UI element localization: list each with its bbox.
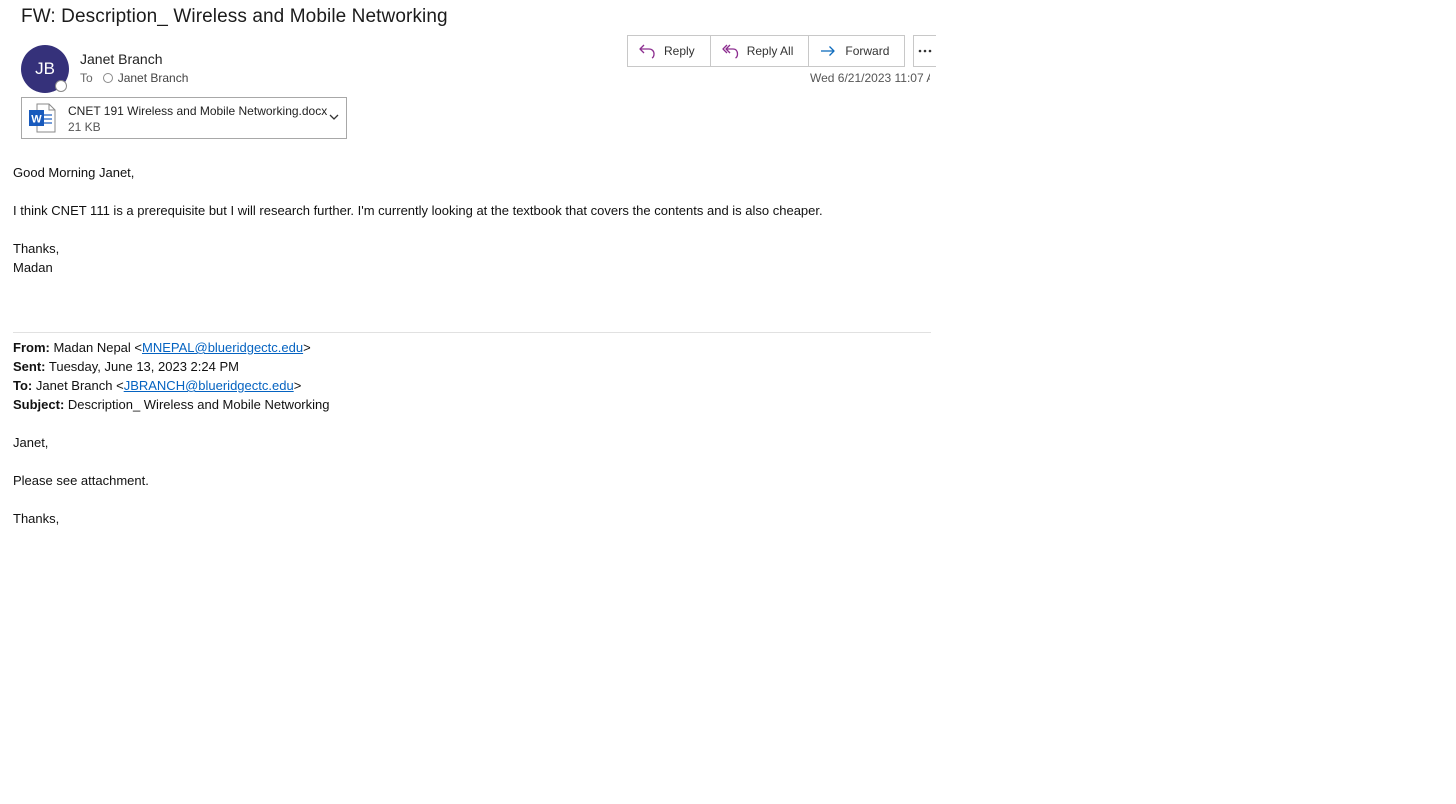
recipient-name[interactable]: Janet Branch (118, 71, 189, 85)
fwd-subject-line: Subject: Description_ Wireless and Mobil… (13, 395, 931, 414)
word-doc-icon: W (29, 103, 56, 133)
fwd-sent-label: Sent: (13, 359, 46, 374)
forward-icon (821, 46, 836, 56)
reply-all-icon (722, 44, 738, 59)
fwd-greeting: Janet, (13, 435, 49, 450)
email-subject: FW: Description_ Wireless and Mobile Net… (21, 6, 448, 27)
avatar-initials: JB (35, 59, 55, 78)
reply-icon (639, 44, 655, 59)
reply-button-group: Reply Reply All Forward (627, 35, 906, 67)
reply-all-button[interactable]: Reply All (711, 36, 810, 66)
body-closing: Thanks, (13, 241, 60, 256)
fwd-subject-value: Description_ Wireless and Mobile Network… (67, 397, 330, 412)
recipient-line: To Janet Branch (80, 71, 188, 85)
recipient-presence-icon (102, 73, 113, 83)
forward-label: Forward (845, 44, 890, 58)
message-body: Good Morning Janet, I think CNET 111 is … (13, 163, 931, 277)
email-reading-pane: FW: Description_ Wireless and Mobile Net… (0, 0, 1456, 804)
forwarded-message: From: Madan Nepal <MNEPAL@blueridgectc.e… (13, 338, 931, 528)
chevron-down-icon[interactable] (328, 112, 340, 122)
reply-button[interactable]: Reply (628, 36, 711, 66)
attachment-size: 21 KB (68, 120, 101, 134)
forward-divider (13, 332, 931, 333)
fwd-to-label: To: (13, 378, 33, 393)
presence-status-icon (55, 80, 67, 92)
fwd-to-line: To: Janet Branch <JBRANCH@blueridgectc.e… (13, 376, 931, 395)
received-timestamp: Wed 6/21/2023 11:07 A (810, 71, 930, 85)
fwd-sent-value: Tuesday, June 13, 2023 2:24 PM (48, 359, 239, 374)
fwd-from-name: Madan Nepal < (53, 340, 142, 355)
fwd-sent-line: Sent: Tuesday, June 13, 2023 2:24 PM (13, 357, 931, 376)
message-actions: Reply Reply All Forward (627, 35, 937, 67)
fwd-closing: Thanks, (13, 511, 60, 526)
fwd-from-line: From: Madan Nepal <MNEPAL@blueridgectc.e… (13, 338, 931, 357)
reply-label: Reply (664, 44, 695, 58)
fwd-to-email-link[interactable]: JBRANCH@blueridgectc.edu (124, 378, 294, 393)
more-actions-button[interactable] (913, 35, 937, 67)
fwd-from-label: From: (13, 340, 50, 355)
fwd-from-email-link[interactable]: MNEPAL@blueridgectc.edu (142, 340, 303, 355)
forward-button[interactable]: Forward (809, 36, 904, 66)
attachment-name: CNET 191 Wireless and Mobile Networking.… (68, 104, 328, 118)
to-label: To (80, 71, 93, 85)
attachment-card[interactable]: W CNET 191 Wireless and Mobile Networkin… (21, 97, 347, 139)
fwd-to-name: Janet Branch < (35, 378, 124, 393)
ellipsis-icon (919, 49, 932, 53)
body-signature: Madan (13, 260, 53, 275)
reply-all-label: Reply All (746, 44, 794, 58)
fwd-from-end: > (303, 340, 311, 355)
body-line: I think CNET 111 is a prerequisite but I… (13, 203, 823, 218)
fwd-body-line: Please see attachment. (13, 473, 149, 488)
body-greeting: Good Morning Janet, (13, 165, 135, 180)
fwd-to-end: > (293, 378, 302, 393)
sender-name[interactable]: Janet Branch (80, 51, 163, 67)
fwd-subject-label: Subject: (13, 397, 65, 412)
svg-text:W: W (31, 114, 42, 126)
